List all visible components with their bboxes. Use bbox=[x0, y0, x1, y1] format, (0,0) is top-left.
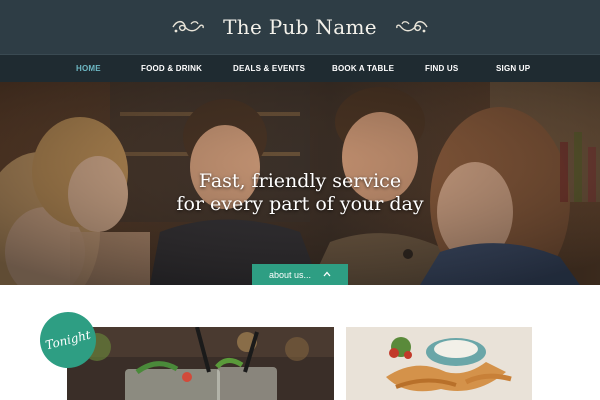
hero-headline-line1: Fast, friendly service bbox=[198, 170, 402, 192]
about-us-label: about us... bbox=[268, 269, 312, 280]
nav-item-find-us[interactable]: FIND US bbox=[425, 55, 458, 83]
site-header: The Pub Name bbox=[0, 0, 600, 54]
chevron-up-icon bbox=[323, 271, 331, 279]
nav-item-food-drink[interactable]: FOOD & DRINK bbox=[141, 55, 202, 83]
flourish-left-icon bbox=[172, 20, 205, 33]
site-title[interactable]: The Pub Name bbox=[223, 15, 377, 39]
flourish-right-icon bbox=[395, 20, 428, 33]
main-nav: HOME FOOD & DRINK DEALS & EVENTS BOOK A … bbox=[0, 54, 600, 82]
about-us-button[interactable]: about us... bbox=[252, 264, 348, 285]
brand[interactable]: The Pub Name bbox=[171, 15, 429, 39]
nav-item-sign-up[interactable]: SIGN UP bbox=[496, 55, 530, 83]
fried-shrimp-photo bbox=[346, 327, 532, 400]
hero-headline: Fast, friendly service for every part of… bbox=[0, 170, 600, 216]
nav-item-book-table[interactable]: BOOK A TABLE bbox=[332, 55, 394, 83]
hero-banner: Fast, friendly service for every part of… bbox=[0, 82, 600, 285]
cocktails-photo bbox=[67, 327, 334, 400]
nav-item-home[interactable]: HOME bbox=[76, 55, 101, 83]
hero-headline-line2: for every part of your day bbox=[176, 193, 424, 215]
promo-section: Tonight bbox=[0, 285, 600, 400]
promo-card-food[interactable] bbox=[346, 327, 532, 400]
nav-item-deals-events[interactable]: DEALS & EVENTS bbox=[233, 55, 305, 83]
promo-card-cocktails[interactable] bbox=[67, 327, 334, 400]
